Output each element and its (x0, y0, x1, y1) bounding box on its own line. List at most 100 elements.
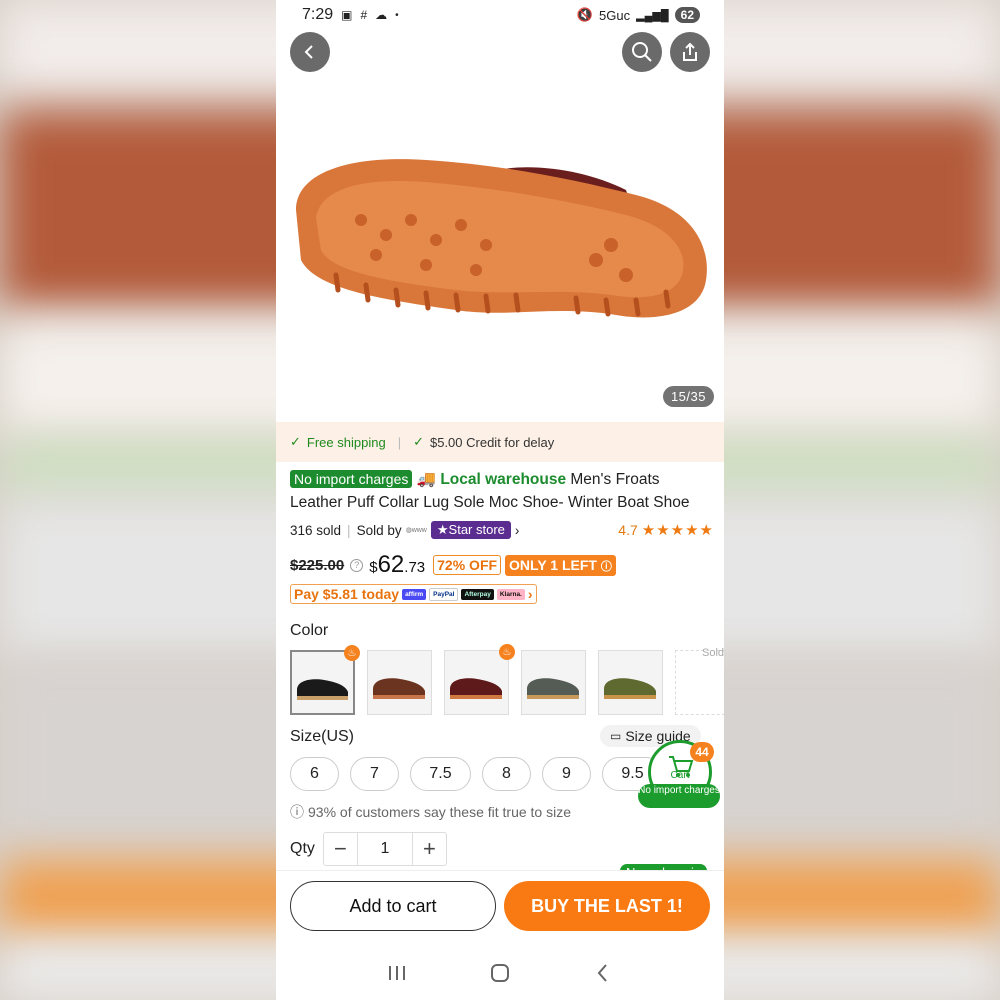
cart-count-badge: 44 (690, 742, 714, 762)
store-logo-icon: ◍www (405, 527, 427, 534)
no-import-tag: No import charges (290, 470, 413, 488)
klarna-logo: Klarna. (496, 588, 525, 600)
back-nav-icon[interactable] (592, 962, 614, 984)
size-chip[interactable]: 6 (290, 757, 339, 791)
signal-icon: ▂▄▆█ (636, 9, 669, 22)
fit-note: ⓘ 93% of customers say these fit true to… (290, 802, 571, 822)
quantity-stepper: − 1 + (322, 832, 447, 866)
divider: | (397, 434, 402, 450)
chevron-right-icon[interactable]: › (515, 523, 520, 538)
color-swatch-sold-out[interactable]: Sold (675, 647, 724, 715)
rating-value: 4.7 (618, 522, 638, 538)
price-currency: $ (369, 559, 378, 576)
image-page-indicator: 15/35 (662, 386, 714, 407)
color-swatch-burgundy[interactable]: ♨ (444, 644, 515, 715)
quantity-row: Qty − 1 + (290, 832, 447, 866)
rating[interactable]: 4.7 ★★★★★ (618, 521, 714, 539)
fit-note-text: 93% of customers say these fit true to s… (308, 804, 572, 820)
cart-no-import-pill: No import charges (638, 784, 720, 808)
qty-label: Qty (290, 840, 315, 857)
search-icon (632, 42, 652, 62)
mute-icon: 🔇 (576, 7, 594, 22)
size-label: Size(US) (290, 728, 355, 745)
sold-out-label: Sold (702, 647, 724, 659)
size-options: 6 7 7.5 8 9 9.5 (290, 757, 663, 791)
chevron-right-icon: › (527, 586, 533, 602)
sold-row: 316 sold | Sold by ◍www ★Star store › 4.… (290, 520, 714, 540)
shipping-bar[interactable]: ✓ Free shipping | ✓ $5.00 Credit for del… (276, 422, 724, 462)
decrement-button[interactable]: − (324, 833, 357, 865)
product-title: No import charges 🚚 Local warehouse Men'… (290, 468, 714, 514)
color-swatch-grey[interactable] (521, 650, 586, 715)
android-nav-bar (276, 945, 724, 1000)
rating-stars-icon: ★★★★★ (641, 522, 714, 539)
sold-count: 316 sold (290, 522, 342, 538)
original-price: $225.00 (290, 556, 345, 574)
share-button[interactable] (670, 32, 710, 72)
store-badge[interactable]: ★Star store (430, 521, 511, 539)
cloud-icon: ☁ (375, 8, 388, 22)
divider: | (347, 522, 351, 538)
buy-now-button[interactable]: BUY THE LAST 1! (504, 881, 710, 931)
pay-later-banner[interactable]: Pay $5.81 today affirm PayPal Afterpay K… (290, 584, 537, 604)
pay-later-text: Pay $5.81 today (294, 586, 400, 602)
stock-label: ONLY 1 LEFT (509, 556, 597, 573)
quantity-value[interactable]: 1 (356, 833, 413, 865)
paypal-logo: PayPal (429, 587, 459, 601)
current-price: $62.73 (369, 551, 425, 579)
shoe-thumbnail (527, 678, 579, 699)
color-swatch-olive[interactable] (598, 650, 663, 715)
sold-by-label: Sold by (356, 522, 402, 538)
color-options: ♨ ♨ Sold (290, 644, 724, 715)
product-image-gallery[interactable] (276, 30, 724, 420)
free-shipping-label: Free shipping (306, 434, 386, 450)
price-row: $225.00 ? $62.73 72% OFF ONLY 1 LEFT ⓘ (290, 550, 616, 580)
shoe-thumbnail (604, 678, 656, 699)
product-image (296, 159, 707, 318)
discount-badge: 72% OFF (433, 555, 502, 575)
ruler-icon: ▭ (610, 729, 622, 743)
status-time: 7:29 (302, 6, 334, 23)
screenshot-icon: ▣ (341, 8, 353, 22)
stock-badge[interactable]: ONLY 1 LEFT ⓘ (505, 554, 616, 576)
afterpay-logo: Afterpay (461, 588, 494, 600)
chevron-left-icon (304, 45, 313, 59)
info-icon[interactable]: ? (350, 558, 364, 572)
size-chip[interactable]: 8 (482, 757, 531, 791)
shoe-thumbnail (450, 678, 502, 699)
color-label: Color (290, 622, 329, 639)
back-button[interactable] (290, 32, 330, 72)
add-to-cart-button[interactable]: Add to cart (290, 881, 496, 931)
phone-screen: 7:29 ▣ # ☁ • 🔇 5Guc ▂▄▆█ 62 15/35 ✓ Free… (276, 0, 724, 1000)
credit-label: $5.00 Credit for delay (429, 434, 555, 450)
size-chip[interactable]: 7 (350, 757, 399, 791)
hash-icon: # (360, 8, 368, 22)
size-chip[interactable]: 7.5 (410, 757, 471, 791)
search-button[interactable] (622, 32, 662, 72)
shoe-thumbnail (373, 678, 425, 699)
truck-icon: 🚚 (416, 471, 437, 488)
hot-icon: ♨ (344, 645, 360, 661)
recent-apps-icon[interactable] (386, 963, 408, 983)
increment-button[interactable]: + (413, 833, 446, 865)
check-icon: ✓ (413, 434, 424, 449)
local-warehouse-tag: Local warehouse (440, 471, 567, 488)
affirm-logo: affirm (402, 588, 427, 600)
price-whole: 62 (377, 551, 405, 578)
size-chip[interactable]: 9 (542, 757, 591, 791)
status-bar: 7:29 ▣ # ☁ • 🔇 5Guc ▂▄▆█ 62 (276, 0, 724, 30)
info-icon: ⓘ (290, 804, 304, 820)
color-swatch-brown[interactable] (367, 650, 432, 715)
battery-icon: 62 (674, 7, 700, 23)
cart-label: Cart (670, 770, 690, 781)
hot-icon: ♨ (499, 644, 515, 660)
color-swatch-black[interactable]: ♨ (290, 645, 360, 715)
store-badge-label: Star store (448, 522, 505, 537)
dot-icon: • (395, 9, 399, 21)
bottom-action-bar: Add to cart BUY THE LAST 1! (276, 870, 724, 940)
price-cents: .73 (404, 559, 426, 576)
network-label: 5Guc (599, 7, 631, 23)
shoe-thumbnail (297, 679, 348, 700)
share-icon (683, 42, 697, 61)
home-icon[interactable] (489, 962, 511, 984)
